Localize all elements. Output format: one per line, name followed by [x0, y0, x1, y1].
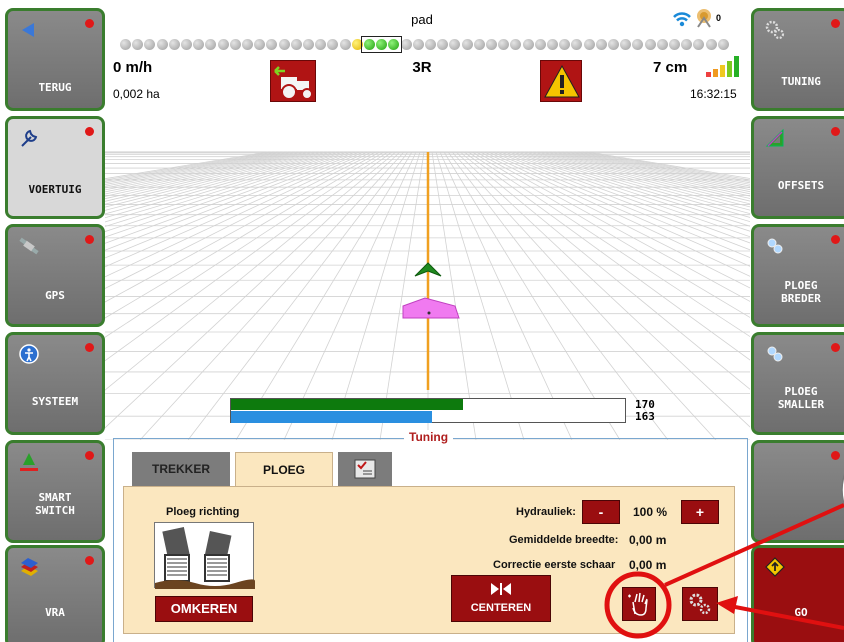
annotation-arrowhead: [716, 596, 738, 614]
annotation-line-2: [729, 604, 844, 630]
annotation-circle: [604, 571, 672, 639]
annotation-overlay: [604, 473, 844, 639]
annotation-line-1: [664, 503, 844, 587]
